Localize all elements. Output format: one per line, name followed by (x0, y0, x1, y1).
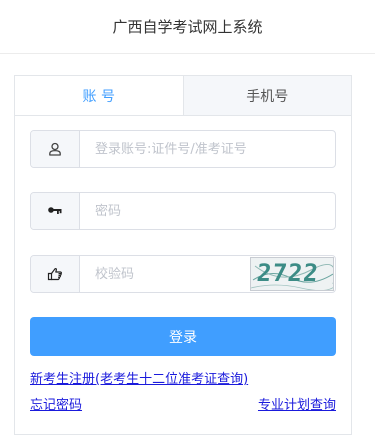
account-field (30, 130, 336, 168)
user-icon (31, 131, 80, 167)
captcha-input[interactable] (80, 256, 250, 292)
captcha-image[interactable]: 2722 (250, 257, 334, 291)
password-field (30, 192, 336, 230)
password-input[interactable] (80, 193, 335, 229)
login-button[interactable]: 登录 (30, 317, 336, 356)
key-icon (31, 193, 80, 229)
tab-account[interactable]: 账 号 (15, 76, 184, 115)
forgot-password-link[interactable]: 忘记密码 (30, 394, 82, 413)
page-title: 广西自学考试网上系统 (112, 18, 263, 36)
login-card: 账 号 手机号 登录账号:证件号/准考证号 校验码 2722 登录 新考生注册(… (14, 75, 352, 435)
captcha-field: 2722 (30, 255, 336, 293)
tab-phone[interactable]: 手机号 (183, 76, 351, 115)
page-header: 广西自学考试网上系统 (0, 0, 375, 54)
captcha-code: 2722 (255, 259, 321, 287)
major-plan-link[interactable]: 专业计划查询 (258, 394, 336, 413)
account-input[interactable] (80, 131, 335, 167)
login-tabs: 账 号 手机号 (15, 76, 351, 116)
register-link[interactable]: 新考生注册(老考生十二位准考证查询) (30, 368, 248, 387)
hand-pointer-icon (31, 256, 80, 292)
